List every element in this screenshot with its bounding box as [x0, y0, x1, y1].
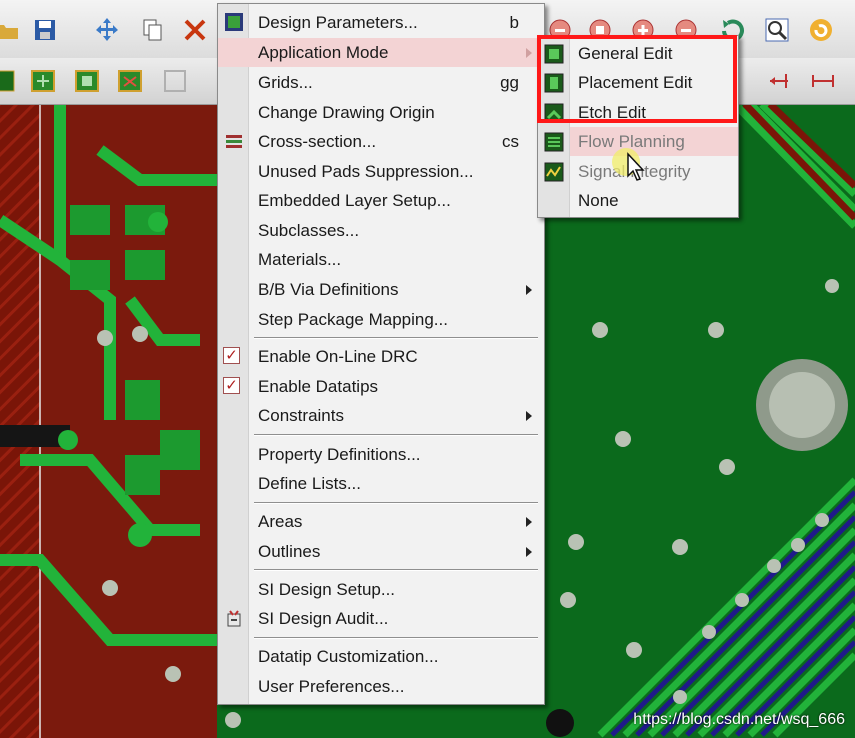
menu-item-enable-online-drc[interactable]: ✓ Enable On-Line DRC [218, 342, 544, 371]
menu-item-label: Property Definitions... [258, 445, 421, 464]
mouse-cursor-icon [612, 148, 645, 181]
menu-item-label: Enable Datatips [258, 377, 379, 396]
submenu-arrow-icon [526, 517, 532, 527]
menu-separator [254, 337, 538, 339]
flow-planning-icon [544, 132, 564, 152]
menu-item-shortcut: cs [502, 132, 519, 151]
menu-item-cross-section[interactable]: Cross-section... cs [218, 127, 544, 156]
menu-item-label: Constraints [258, 406, 344, 425]
disabled-tool-icon[interactable] [160, 66, 190, 96]
submenu-item-placement-edit[interactable]: Placement Edit [538, 68, 738, 97]
etch-edit-icon [544, 103, 564, 123]
menu-item-shortcut: gg [500, 73, 519, 92]
menu-separator [254, 502, 538, 504]
move-icon[interactable] [92, 15, 122, 45]
menu-item-label: Define Lists... [258, 474, 361, 493]
menu-item-shortcut: b [509, 13, 519, 32]
menu-item-step-package-mapping[interactable]: Step Package Mapping... [218, 305, 544, 334]
menu-item-design-parameters[interactable]: Design Parameters... b [218, 8, 544, 37]
menu-item-outlines[interactable]: Outlines [218, 537, 544, 566]
submenu-arrow-icon [526, 547, 532, 557]
menu-item-label: Subclasses... [258, 221, 360, 240]
general-edit-icon [544, 44, 564, 64]
menu-item-label: User Preferences... [258, 677, 405, 696]
application-mode-submenu: General Edit Placement Edit Etch Edit Fl… [537, 35, 739, 218]
layer-icon[interactable] [0, 66, 18, 96]
menu-item-label: Application Mode [258, 43, 389, 62]
watermark-text: https://blog.csdn.net/wsq_666 [633, 711, 845, 728]
menu-item-enable-datatips[interactable]: ✓ Enable Datatips [218, 372, 544, 401]
menu-item-label: SI Design Audit... [258, 609, 389, 628]
swap-icon[interactable] [115, 66, 145, 96]
submenu-arrow-icon [526, 285, 532, 295]
submenu-item-label: None [578, 191, 619, 210]
menu-item-si-design-audit[interactable]: SI Design Audit... [218, 604, 544, 633]
place-manual-icon[interactable] [28, 66, 58, 96]
submenu-item-label: Etch Edit [578, 103, 647, 122]
menu-item-label: Areas [258, 512, 303, 531]
submenu-arrow-icon [526, 411, 532, 421]
placement-edit-icon [544, 73, 564, 93]
submenu-item-none[interactable]: None [538, 186, 738, 215]
menu-item-unused-pads-suppression[interactable]: Unused Pads Suppression... [218, 157, 544, 186]
save-icon[interactable] [30, 15, 60, 45]
menu-item-label: B/B Via Definitions [258, 280, 399, 299]
cross-section-icon [226, 135, 242, 148]
menu-item-label: Change Drawing Origin [258, 103, 435, 122]
menu-item-label: Outlines [258, 542, 321, 561]
menu-item-application-mode[interactable]: Application Mode [218, 38, 544, 67]
dimension-icon[interactable] [764, 66, 794, 96]
checkmark-icon: ✓ [223, 377, 240, 394]
signal-integrity-icon [544, 162, 564, 182]
undo-icon[interactable] [806, 15, 836, 45]
menu-item-label: Step Package Mapping... [258, 310, 448, 329]
menu-item-label: Materials... [258, 250, 342, 269]
menu-item-define-lists[interactable]: Define Lists... [218, 469, 544, 498]
measure-icon[interactable] [808, 66, 838, 96]
menu-item-label: Datatip Customization... [258, 647, 439, 666]
menu-separator [254, 569, 538, 571]
menu-item-si-design-setup[interactable]: SI Design Setup... [218, 575, 544, 604]
si-audit-icon [227, 610, 241, 627]
menu-item-constraints[interactable]: Constraints [218, 401, 544, 430]
submenu-item-label: General Edit [578, 44, 673, 63]
menu-item-label: Grids... [258, 73, 313, 92]
menu-item-label: Unused Pads Suppression... [258, 162, 474, 181]
delete-icon[interactable] [180, 15, 210, 45]
menu-item-bb-via-definitions[interactable]: B/B Via Definitions [218, 275, 544, 304]
menu-item-property-definitions[interactable]: Property Definitions... [218, 440, 544, 469]
submenu-item-label: Placement Edit [578, 73, 693, 92]
submenu-arrow-icon [526, 48, 532, 58]
menu-item-user-preferences[interactable]: User Preferences... [218, 672, 544, 701]
menu-item-subclasses[interactable]: Subclasses... [218, 216, 544, 245]
submenu-item-etch-edit[interactable]: Etch Edit [538, 98, 738, 127]
zoom-world-icon[interactable] [762, 15, 792, 45]
menu-item-grids[interactable]: Grids... gg [218, 68, 544, 97]
menu-item-label: Cross-section... [258, 132, 377, 151]
setup-menu: Design Parameters... b Application Mode … [217, 3, 545, 705]
submenu-item-general-edit[interactable]: General Edit [538, 39, 738, 68]
menu-item-materials[interactable]: Materials... [218, 245, 544, 274]
checkmark-icon: ✓ [223, 347, 240, 364]
menu-separator [254, 434, 538, 436]
menu-item-embedded-layer-setup[interactable]: Embedded Layer Setup... [218, 186, 544, 215]
menu-item-change-drawing-origin[interactable]: Change Drawing Origin [218, 98, 544, 127]
menu-item-label: Design Parameters... [258, 13, 418, 32]
menu-item-label: Enable On-Line DRC [258, 347, 418, 366]
menu-separator [254, 637, 538, 639]
menu-item-datatip-customization[interactable]: Datatip Customization... [218, 642, 544, 671]
placement-icon[interactable] [72, 66, 102, 96]
menu-item-label: SI Design Setup... [258, 580, 396, 599]
menu-item-label: Embedded Layer Setup... [258, 191, 451, 210]
menu-item-areas[interactable]: Areas [218, 507, 544, 536]
copy-icon[interactable] [137, 15, 167, 45]
open-icon[interactable] [0, 15, 22, 45]
design-parameters-icon [225, 13, 243, 31]
